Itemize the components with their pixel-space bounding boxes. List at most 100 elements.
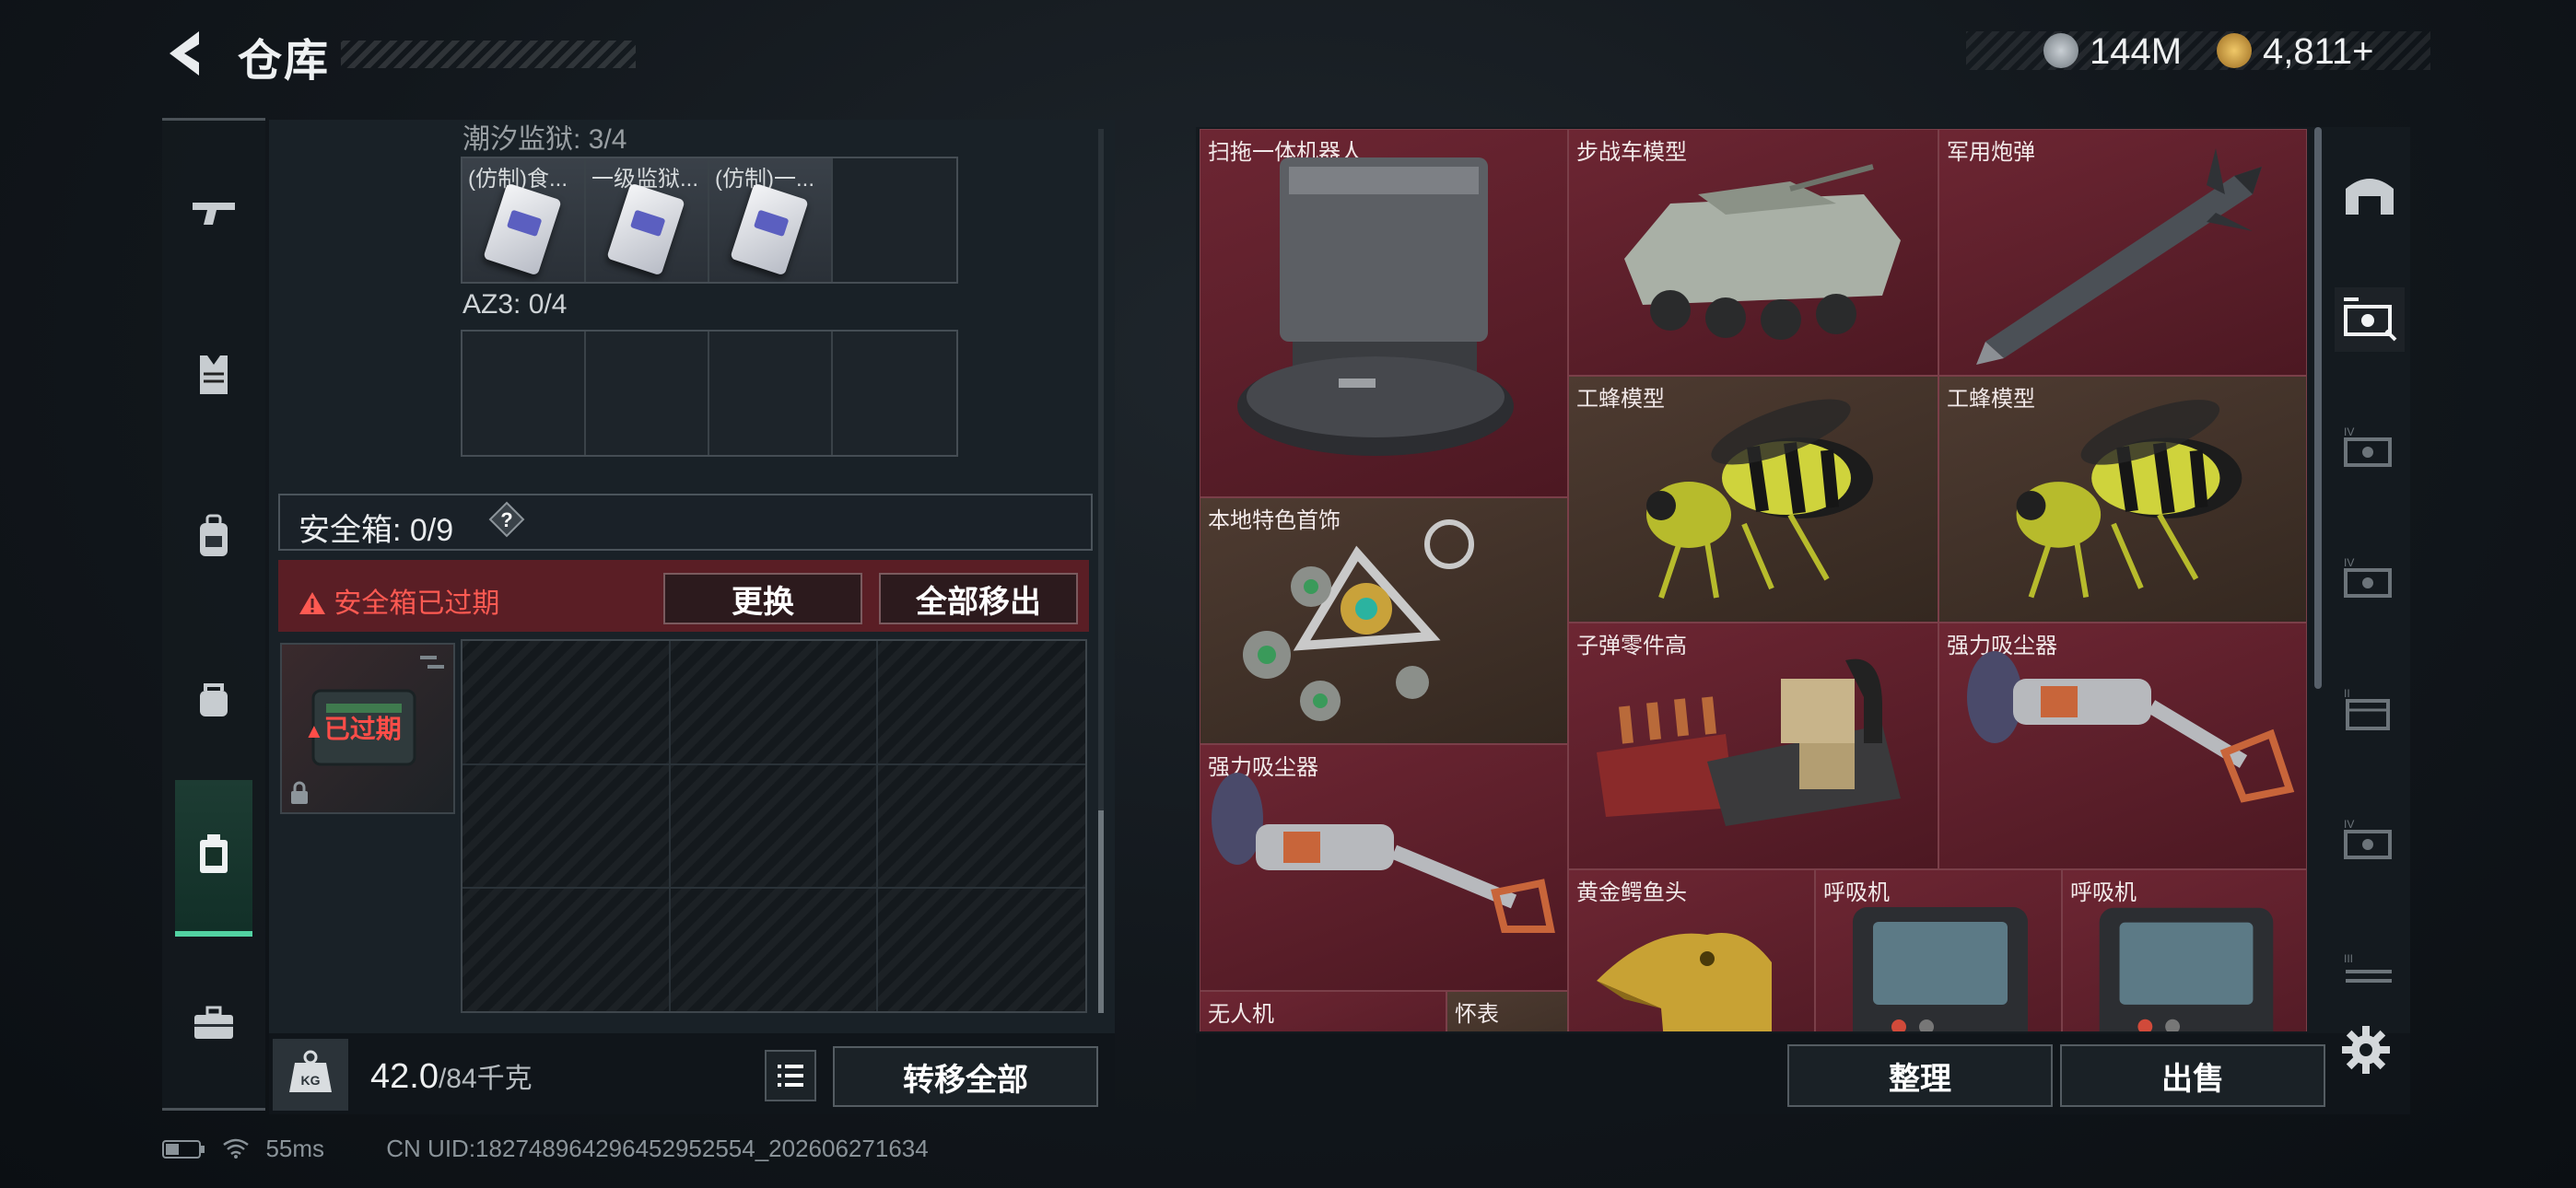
nav-toolbox[interactable] xyxy=(162,949,265,1097)
gun-icon xyxy=(193,203,235,225)
help-icon: ? xyxy=(488,501,525,538)
item-tile[interactable]: 呼吸机 xyxy=(1815,869,2062,1031)
svg-text:KG: KG xyxy=(301,1073,321,1088)
item-tile[interactable]: 军用炮弹 xyxy=(1938,129,2307,376)
safe-box-grid xyxy=(461,639,1087,1013)
gold-currency-value: 4,811+ xyxy=(2263,31,2374,72)
backpack-icon xyxy=(200,514,228,556)
warning-icon xyxy=(299,592,325,614)
item-tile[interactable]: 步战车模型 xyxy=(1568,129,1938,376)
nav-backpack[interactable] xyxy=(162,463,265,611)
item-tile[interactable]: 工蜂模型 xyxy=(1938,376,2307,623)
svg-text:III: III xyxy=(2344,952,2353,965)
svg-text:II: II xyxy=(2344,687,2350,700)
slot-empty[interactable] xyxy=(463,332,586,455)
replace-button[interactable]: 更换 xyxy=(663,573,862,624)
left-scrollbar-thumb[interactable] xyxy=(1098,810,1104,1013)
item-tile[interactable]: 强力吸尘器 xyxy=(1200,744,1568,991)
item-tile[interactable]: 无人机 xyxy=(1200,991,1446,1031)
missile-icon xyxy=(1976,148,2262,365)
nav-safe-box[interactable] xyxy=(175,780,252,937)
battery-icon xyxy=(162,1140,205,1159)
keycard-icon xyxy=(483,182,562,276)
item-tile[interactable]: 怀表 xyxy=(1446,991,1568,1031)
toolbox-icon xyxy=(194,1006,233,1039)
nav-armor[interactable] xyxy=(162,301,265,448)
item-tile[interactable]: 强力吸尘器 xyxy=(1938,623,2307,869)
tab-storage-6[interactable]: III xyxy=(2335,938,2405,1002)
tab-storage-3[interactable]: IV xyxy=(2335,549,2405,613)
expired-warning-text: 安全箱已过期 xyxy=(334,588,500,619)
storage-tab-6-icon: III xyxy=(2344,952,2392,983)
settings-button[interactable] xyxy=(2340,1024,2392,1076)
weight-current: 42.0 xyxy=(370,1057,439,1096)
expired-tag-text: 已过期 xyxy=(323,715,402,743)
item-tile[interactable]: 子弹零件高 xyxy=(1568,623,1938,869)
sell-button[interactable]: 出售 xyxy=(2060,1044,2325,1107)
sort-button[interactable]: 整理 xyxy=(1787,1044,2053,1107)
move-all-out-button[interactable]: 全部移出 xyxy=(879,573,1078,624)
back-arrow-icon xyxy=(170,31,199,76)
ping-text: 55ms xyxy=(265,1135,325,1162)
storage-tab-3-icon: IV xyxy=(2344,556,2392,598)
gear-icon xyxy=(2342,1026,2390,1074)
gold-crocodile-icon xyxy=(1597,933,1772,1031)
home-icon xyxy=(2346,179,2394,215)
status-bar: 55ms CN UID:1827489642964529525​54_20260… xyxy=(162,1135,929,1163)
bee-icon xyxy=(2016,400,2242,599)
item-name: 怀表 xyxy=(1455,1002,1499,1027)
lock-icon xyxy=(291,781,308,804)
help-icon-text: ? xyxy=(500,508,512,531)
list-view-button[interactable] xyxy=(765,1050,816,1101)
title-decoration xyxy=(341,41,636,68)
help-button[interactable]: ? xyxy=(488,501,525,538)
item-tile[interactable]: 工蜂模型 xyxy=(1568,376,1938,623)
az3-slot-grid xyxy=(461,330,958,457)
vacuum-icon xyxy=(1967,651,2295,803)
ventilator-icon xyxy=(2099,907,2274,1031)
item-tile[interactable]: 黄金鳄鱼头 xyxy=(1568,869,1815,1031)
slot-item[interactable]: (仿制)一... xyxy=(709,158,833,282)
category-nav xyxy=(162,118,265,1111)
silver-coin-icon xyxy=(2043,33,2078,68)
storage-tab-2-icon: IV xyxy=(2344,425,2392,467)
right-scrollbar[interactable] xyxy=(2314,127,2322,689)
keycard-icon xyxy=(606,182,685,276)
weight-max: /84千克 xyxy=(438,1064,533,1094)
slot-empty[interactable] xyxy=(586,332,709,455)
expired-tag: ▲已过期 xyxy=(304,709,402,746)
svg-text:IV: IV xyxy=(2344,556,2354,569)
bee-icon xyxy=(1646,399,1873,599)
slot-item[interactable]: (仿制)食... xyxy=(463,158,586,282)
item-tile[interactable]: 扫拖一体机器人 xyxy=(1200,129,1568,497)
slot-empty[interactable] xyxy=(833,332,956,455)
currency-bar: 144M 4,811+ xyxy=(1966,31,2430,72)
slot-empty[interactable] xyxy=(709,332,833,455)
nav-pouch[interactable] xyxy=(162,625,265,773)
tab-home[interactable] xyxy=(2335,162,2405,227)
item-tile[interactable]: 呼吸机 xyxy=(2062,869,2307,1031)
slot-item[interactable]: 一级监狱... xyxy=(586,158,709,282)
robot-vacuum-icon xyxy=(1237,157,1514,456)
gold-coin-icon xyxy=(2217,33,2252,68)
storage-tab-1-icon xyxy=(2344,297,2397,342)
list-icon xyxy=(778,1065,803,1087)
item-tile[interactable]: 本地特色首饰 xyxy=(1200,497,1568,744)
expired-warning: 安全箱已过期 xyxy=(299,580,499,621)
slot-empty[interactable] xyxy=(833,158,956,282)
tab-storage-1[interactable] xyxy=(2335,287,2405,352)
tab-storage-5[interactable]: IV xyxy=(2335,810,2405,875)
armored-vehicle-icon xyxy=(1624,164,1901,340)
tab-storage-2[interactable]: IV xyxy=(2335,418,2405,483)
nav-weapons[interactable] xyxy=(162,139,265,286)
jewelry-icon xyxy=(1243,519,1474,721)
grid-lines xyxy=(463,641,1085,1011)
warning-small-icon: ▲ xyxy=(304,719,324,742)
prison-slot-grid: (仿制)食... 一级监狱... (仿制)一... xyxy=(461,157,958,284)
wifi-icon xyxy=(223,1138,249,1159)
svg-text:IV: IV xyxy=(2344,425,2354,438)
ventilator-icon xyxy=(1853,907,2028,1031)
transfer-all-button[interactable]: 转移全部 xyxy=(833,1046,1098,1107)
back-button[interactable] xyxy=(162,26,208,81)
tab-storage-4[interactable]: II xyxy=(2335,680,2405,744)
